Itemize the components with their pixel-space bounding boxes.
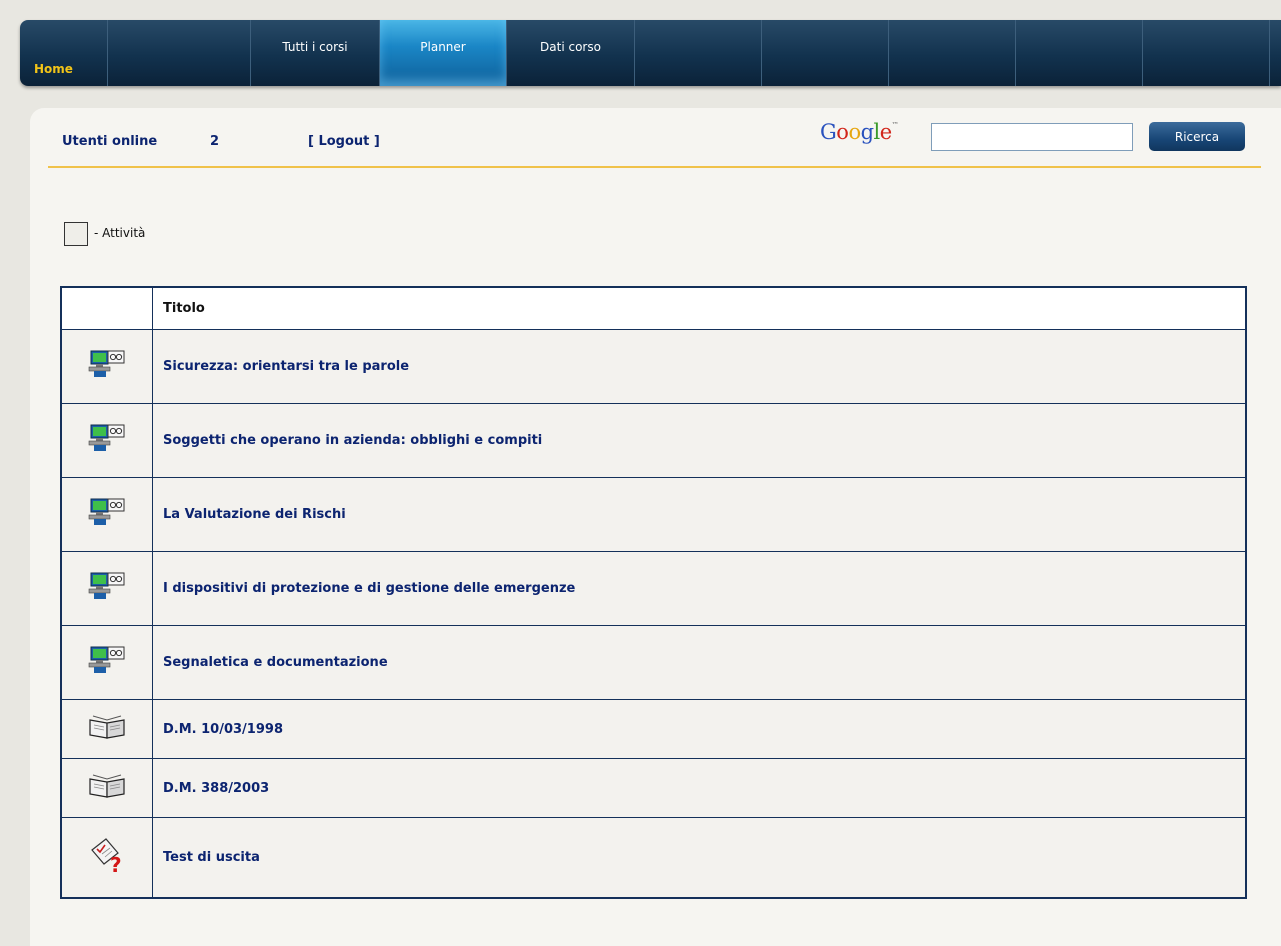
tab-dati-corso[interactable]: Dati corso bbox=[507, 20, 635, 86]
online-users-count: 2 bbox=[210, 134, 220, 149]
nav-empty-slot bbox=[889, 20, 1016, 86]
row-title-link[interactable]: La Valutazione dei Rischi bbox=[152, 477, 1247, 552]
activity-legend-swatch bbox=[64, 222, 88, 246]
status-bar: Utenti online 2 [ Logout ] Google™ Ricer… bbox=[48, 108, 1261, 168]
search-button[interactable]: Ricerca bbox=[1149, 122, 1245, 151]
table-row[interactable]: I dispositivi di protezione e di gestion… bbox=[60, 551, 1247, 626]
nav-empty-slot bbox=[1143, 20, 1270, 86]
nav-empty-slot bbox=[762, 20, 889, 86]
table-row[interactable]: ? Test di uscita bbox=[60, 817, 1247, 898]
table-header-title: Titolo bbox=[152, 286, 1247, 330]
table-row[interactable]: Sicurezza: orientarsi tra le parole bbox=[60, 329, 1247, 404]
table-row[interactable]: D.M. 10/03/1998 bbox=[60, 699, 1247, 759]
nav-home-label: Home bbox=[34, 62, 73, 76]
tab-planner[interactable]: Planner bbox=[380, 20, 507, 86]
content-panel: Utenti online 2 [ Logout ] Google™ Ricer… bbox=[30, 108, 1281, 946]
lesson-computer-icon bbox=[88, 570, 126, 608]
table-row[interactable]: D.M. 388/2003 bbox=[60, 758, 1247, 818]
row-title-link[interactable]: Test di uscita bbox=[152, 817, 1247, 898]
open-book-icon bbox=[87, 714, 127, 744]
row-title-link[interactable]: D.M. 10/03/1998 bbox=[152, 699, 1247, 759]
table-header-row: Titolo bbox=[60, 286, 1247, 330]
lesson-computer-icon bbox=[88, 422, 126, 460]
lesson-computer-icon bbox=[88, 644, 126, 682]
nav-empty-slot bbox=[108, 20, 251, 86]
table-header-icon-cell bbox=[60, 286, 153, 330]
nav-empty-slot bbox=[635, 20, 762, 86]
lesson-computer-icon bbox=[88, 348, 126, 386]
course-table: Titolo Sicurezza: orientarsi tra le paro… bbox=[60, 286, 1247, 899]
svg-text:?: ? bbox=[110, 853, 122, 874]
online-users-label: Utenti online bbox=[62, 134, 158, 149]
table-row[interactable]: La Valutazione dei Rischi bbox=[60, 477, 1247, 552]
row-title-link[interactable]: D.M. 388/2003 bbox=[152, 758, 1247, 818]
table-row[interactable]: Segnaletica e documentazione bbox=[60, 625, 1247, 700]
row-title-link[interactable]: Sicurezza: orientarsi tra le parole bbox=[152, 329, 1247, 404]
row-title-link[interactable]: Soggetti che operano in azienda: obbligh… bbox=[152, 403, 1247, 478]
search-input[interactable] bbox=[931, 123, 1133, 151]
row-title-link[interactable]: Segnaletica e documentazione bbox=[152, 625, 1247, 700]
tab-tutti-i-corsi[interactable]: Tutti i corsi bbox=[251, 20, 380, 86]
row-title-link[interactable]: I dispositivi di protezione e di gestion… bbox=[152, 551, 1247, 626]
table-row[interactable]: Soggetti che operano in azienda: obbligh… bbox=[60, 403, 1247, 478]
quiz-test-icon: ? bbox=[88, 836, 126, 878]
lesson-computer-icon bbox=[88, 496, 126, 534]
open-book-icon bbox=[87, 773, 127, 803]
top-navigation-bar: Home Tutti i corsi Planner Dati corso bbox=[20, 20, 1281, 86]
google-logo: Google™ bbox=[820, 120, 899, 144]
nav-home-tab[interactable]: Home bbox=[20, 20, 108, 86]
logout-link[interactable]: [ Logout ] bbox=[308, 134, 380, 149]
nav-empty-slot bbox=[1016, 20, 1143, 86]
activity-legend-label: - Attività bbox=[94, 226, 146, 240]
